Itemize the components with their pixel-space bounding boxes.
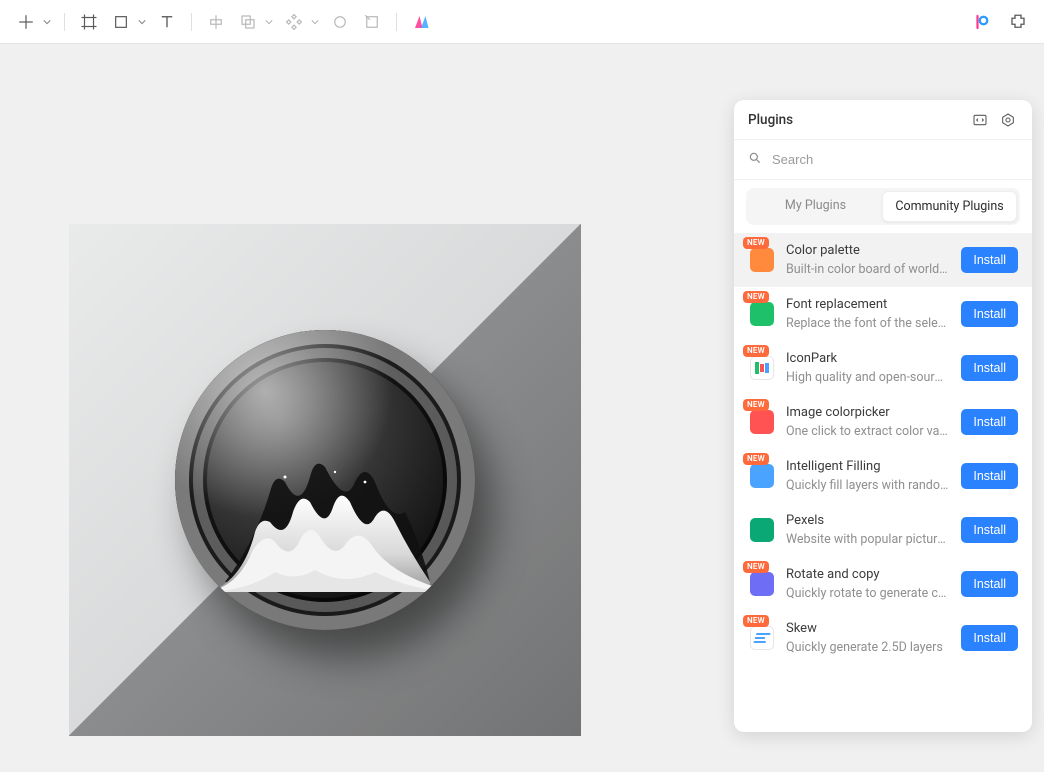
plugin-icon: [750, 518, 774, 542]
plugin-text: Skew Quickly generate 2.5D layers: [786, 621, 949, 655]
plugin-text: Intelligent Filling Quickly fill layers w…: [786, 459, 949, 493]
boolean-tool-icon[interactable]: [236, 10, 260, 34]
plugin-settings-icon[interactable]: [998, 110, 1018, 130]
plugin-text: Color palette Built-in color board of wor…: [786, 243, 949, 277]
component-tool-chevron-icon[interactable]: [310, 18, 320, 26]
plugins-panel: Plugins: [734, 100, 1032, 732]
tab-my-plugins[interactable]: My Plugins: [749, 191, 882, 222]
plugins-tabs: My Plugins Community Plugins: [734, 180, 1032, 233]
new-badge: NEW: [743, 453, 769, 465]
plugin-description: Replace the font of the select…: [786, 316, 949, 331]
plugin-name: Pexels: [786, 513, 949, 528]
frame-tool-icon[interactable]: [77, 10, 101, 34]
plugins-list[interactable]: NEW Color palette Built-in color board of …: [734, 233, 1032, 732]
new-badge: NEW: [743, 291, 769, 303]
tab-community-plugins[interactable]: Community Plugins: [882, 191, 1017, 222]
search-icon: [748, 151, 762, 169]
plugin-item[interactable]: NEW Rotate and copy Quickly rotate to gene…: [734, 557, 1032, 611]
mountain-illustration: [215, 422, 435, 592]
plugin-icon: [750, 626, 774, 650]
plugin-description: One click to extract color valu…: [786, 424, 949, 439]
plugin-icon: [750, 302, 774, 326]
install-button[interactable]: Install: [961, 355, 1018, 381]
move-tool-chevron-icon[interactable]: [42, 18, 52, 26]
plugin-text: IconPark High quality and open-source i…: [786, 351, 949, 385]
plugin-dev-icon[interactable]: [970, 110, 990, 130]
plugin-text: Rotate and copy Quickly rotate to generat…: [786, 567, 949, 601]
toolbar-separator: [64, 13, 65, 31]
plugins-panel-header: Plugins: [734, 100, 1032, 140]
plugins-search[interactable]: [734, 140, 1032, 180]
plugin-icon: [750, 464, 774, 488]
plugin-description: Website with popular pictures: [786, 532, 949, 547]
new-badge: NEW: [743, 345, 769, 357]
install-button[interactable]: Install: [961, 409, 1018, 435]
plugin-name: Font replacement: [786, 297, 949, 312]
plugin-name: Color palette: [786, 243, 949, 258]
plugin-name: Skew: [786, 621, 949, 636]
plugin-description: Quickly generate 2.5D layers: [786, 640, 949, 655]
install-button[interactable]: Install: [961, 463, 1018, 489]
plugin-item[interactable]: NEW Font replacement Replace the font of t…: [734, 287, 1032, 341]
plugin-item[interactable]: NEW Skew Quickly generate 2.5D layers Insta…: [734, 611, 1032, 665]
plugin-item[interactable]: NEW Image colorpicker One click to extract…: [734, 395, 1032, 449]
top-toolbar: [0, 0, 1044, 44]
brand-logo-icon[interactable]: [970, 10, 994, 34]
install-button[interactable]: Install: [961, 517, 1018, 543]
canvas-area[interactable]: Plugins: [0, 44, 1044, 772]
plugin-description: High quality and open-source i…: [786, 370, 949, 385]
new-badge: NEW: [743, 615, 769, 627]
install-button[interactable]: Install: [961, 625, 1018, 651]
plugins-icon[interactable]: [1006, 10, 1030, 34]
plugin-text: Font replacement Replace the font of the …: [786, 297, 949, 331]
boolean-tool-chevron-icon[interactable]: [264, 18, 274, 26]
plugin-icon: [750, 572, 774, 596]
plugin-text: Pexels Website with popular pictures: [786, 513, 949, 547]
plugin-name: Intelligent Filling: [786, 459, 949, 474]
plugin-description: Quickly fill layers with random …: [786, 478, 949, 493]
artboard-image[interactable]: [69, 224, 581, 736]
new-badge: NEW: [743, 399, 769, 411]
install-button[interactable]: Install: [961, 571, 1018, 597]
ai-tool-icon[interactable]: [409, 10, 433, 34]
plugin-item[interactable]: NEW Color palette Built-in color board of …: [734, 233, 1032, 287]
plugin-description: Quickly rotate to generate cop…: [786, 586, 949, 601]
install-button[interactable]: Install: [961, 301, 1018, 327]
toolbar-separator: [396, 13, 397, 31]
shape-tool-chevron-icon[interactable]: [137, 18, 147, 26]
plugin-text: Image colorpicker One click to extract co…: [786, 405, 949, 439]
plugin-item[interactable]: NEW IconPark High quality and open-source …: [734, 341, 1032, 395]
move-tool-icon[interactable]: [14, 10, 38, 34]
text-tool-icon[interactable]: [155, 10, 179, 34]
plugin-icon: [750, 410, 774, 434]
badge-circle: [175, 330, 475, 630]
plugin-item[interactable]: NEW Intelligent Filling Quickly fill layer…: [734, 449, 1032, 503]
plugin-description: Built-in color board of world-r…: [786, 262, 949, 277]
plugins-panel-title: Plugins: [748, 112, 962, 128]
toolbar-separator: [191, 13, 192, 31]
align-tool-icon[interactable]: [204, 10, 228, 34]
plugin-icon: [750, 356, 774, 380]
plugins-search-input[interactable]: [772, 152, 1018, 167]
new-badge: NEW: [743, 561, 769, 573]
plugin-item[interactable]: Pexels Website with popular pictures Insta…: [734, 503, 1032, 557]
component-tool-icon[interactable]: [282, 10, 306, 34]
plugin-icon: [750, 248, 774, 272]
plugin-name: IconPark: [786, 351, 949, 366]
new-badge: NEW: [743, 237, 769, 249]
mask-tool-icon[interactable]: [328, 10, 352, 34]
shape-tool-icon[interactable]: [109, 10, 133, 34]
plugin-name: Rotate and copy: [786, 567, 949, 582]
crop-tool-icon[interactable]: [360, 10, 384, 34]
plugin-name: Image colorpicker: [786, 405, 949, 420]
install-button[interactable]: Install: [961, 247, 1018, 273]
